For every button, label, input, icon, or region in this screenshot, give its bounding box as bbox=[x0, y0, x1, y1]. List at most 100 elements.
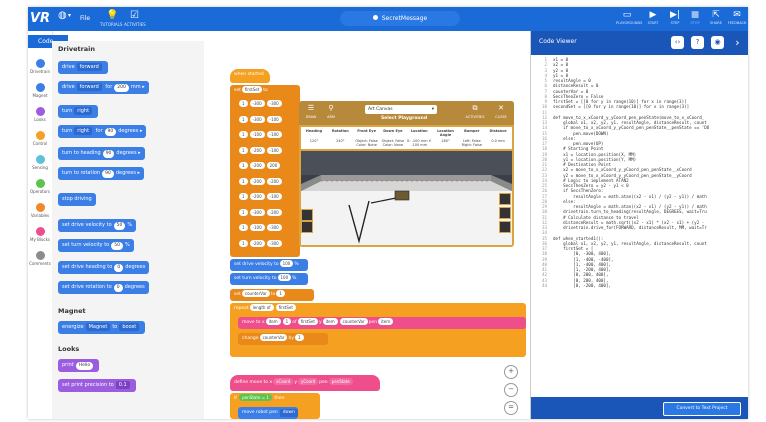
set-drive-velocity-block[interactable]: set drive velocity to 50% bbox=[58, 219, 137, 232]
firstset-cell[interactable]: 1 bbox=[239, 177, 248, 185]
arm-icon[interactable]: ⚲ bbox=[321, 104, 341, 112]
firstset-cell[interactable]: 1 bbox=[239, 100, 248, 107]
firstset-cell[interactable]: 1 bbox=[239, 162, 248, 169]
change-countervar-block[interactable]: change counterVar by 1 bbox=[238, 333, 328, 345]
firstset-cell[interactable]: -100 bbox=[266, 146, 282, 154]
firstset-cell[interactable]: 1 bbox=[239, 208, 248, 216]
code-brackets-icon[interactable]: ‹› bbox=[671, 36, 684, 49]
project-name-field[interactable]: SecretMessage bbox=[340, 11, 460, 26]
firstset-cell[interactable]: -300 bbox=[249, 208, 265, 216]
set-turn-velocity-block[interactable]: set turn velocity to 50% bbox=[58, 239, 134, 252]
set-drive-rotation-block[interactable]: set drive rotation to 0 degrees bbox=[58, 281, 149, 294]
firstset-cell[interactable]: -100 bbox=[266, 193, 282, 200]
firstset-cell[interactable]: -300 bbox=[249, 100, 265, 107]
firstset-cell[interactable]: -300 bbox=[266, 239, 282, 247]
set-countervar-block[interactable]: set counterVar to 1 bbox=[230, 289, 314, 301]
firstset-cell[interactable]: 1 bbox=[239, 193, 248, 200]
draw-icon[interactable]: ☰ bbox=[301, 104, 321, 112]
firstset-cell[interactable]: -100 bbox=[249, 224, 265, 231]
tutorials-label[interactable]: TUTORIALS bbox=[100, 22, 122, 27]
turn-block[interactable]: turn right bbox=[58, 105, 99, 118]
move-to-x-call-block[interactable]: move to x item 1 of firstSet y item counterVar p… bbox=[238, 317, 526, 329]
firstset-cell[interactable]: -200 bbox=[266, 177, 282, 185]
firstset-cell[interactable]: 1 bbox=[239, 239, 248, 247]
category-operators[interactable]: Operators bbox=[28, 179, 52, 194]
ws-set-drive-velocity-block[interactable]: set drive velocity to 100% bbox=[230, 259, 308, 271]
drive-for-block[interactable]: drive forward for 200 mm ▸ bbox=[58, 81, 149, 94]
firstset-cell[interactable]: 200 bbox=[266, 162, 281, 169]
camera-follow-button[interactable] bbox=[499, 207, 511, 219]
help-icon[interactable]: ? bbox=[691, 36, 704, 49]
activities-label[interactable]: ACTIVITIES bbox=[124, 22, 146, 27]
chevron-down-icon[interactable]: ▾ bbox=[68, 10, 71, 22]
playground-3d-view[interactable] bbox=[301, 151, 512, 245]
firstset-cell[interactable]: 1 bbox=[239, 224, 248, 231]
set-drive-heading-block[interactable]: set drive heading to 0 degrees bbox=[58, 261, 150, 274]
project-status-dot bbox=[372, 15, 378, 20]
category-looks[interactable]: Looks bbox=[28, 107, 52, 122]
playground-select[interactable]: Art Canvas ▾ bbox=[365, 105, 437, 114]
camera-down-button[interactable] bbox=[301, 221, 313, 233]
repeat-block[interactable]: repeat length of firstSet bbox=[230, 303, 526, 357]
feedback-button[interactable]: ✉ FEEDBACK bbox=[726, 9, 748, 29]
firstset-cell[interactable]: -200 bbox=[249, 146, 265, 154]
energize-magnet-block[interactable]: energize Magnet to boost bbox=[58, 321, 146, 334]
define-move-block[interactable]: define move to x xCoord y yCoord pen penState bbox=[230, 375, 380, 391]
firstset-cell[interactable]: -200 bbox=[249, 162, 265, 169]
turn-to-rotation-block[interactable]: turn to rotation 90 degrees ▸ bbox=[58, 167, 145, 180]
ws-set-turn-velocity-block[interactable]: set turn velocity to 100% bbox=[230, 273, 308, 285]
globe-icon[interactable]: ◍ bbox=[58, 10, 67, 22]
camera-top-button[interactable] bbox=[499, 193, 511, 205]
firstset-cell[interactable]: -200 bbox=[266, 208, 282, 216]
camera-icon[interactable]: ◉ bbox=[711, 36, 724, 49]
stop-button[interactable]: ■ STOP bbox=[684, 9, 706, 29]
category-sensing[interactable]: Sensing bbox=[28, 155, 52, 170]
category-comments[interactable]: Comments bbox=[28, 251, 52, 266]
start-button[interactable]: ▶ START bbox=[642, 9, 664, 29]
zoom-out-button[interactable]: − bbox=[504, 383, 518, 397]
share-button[interactable]: ⇱ SHARE bbox=[705, 9, 727, 29]
category-magnet[interactable]: Magnet bbox=[28, 83, 52, 98]
firstset-cell[interactable]: -300 bbox=[266, 100, 282, 107]
firstset-cell[interactable]: 1 bbox=[239, 146, 248, 154]
print-block[interactable]: print Hello bbox=[58, 359, 100, 372]
camera-left-button[interactable] bbox=[301, 209, 313, 221]
drive-block[interactable]: drive forward bbox=[58, 61, 108, 74]
zoom-in-button[interactable]: + bbox=[504, 365, 518, 379]
firstset-cell[interactable]: -200 bbox=[249, 193, 265, 200]
firstset-cell[interactable]: -100 bbox=[266, 115, 282, 123]
move-robot-pen-block[interactable]: move robot pen down bbox=[238, 407, 298, 419]
convert-to-text-button[interactable]: Convert to Text Project bbox=[663, 402, 741, 416]
activities-icon[interactable]: ☑ bbox=[130, 10, 139, 22]
stop-driving-block[interactable]: stop driving bbox=[58, 193, 96, 206]
code-text[interactable]: 1 x1 = 0 2 x2 = 0 3 y2 = 0 4 y1 = 0 5 resultAngle… bbox=[531, 57, 748, 397]
firstset-cell[interactable]: -100 bbox=[266, 131, 282, 138]
when-started-block[interactable]: when started bbox=[230, 69, 270, 83]
chevron-right-icon[interactable]: › bbox=[731, 36, 744, 49]
zoom-reset-button[interactable]: = bbox=[504, 401, 518, 415]
firstset-cell[interactable]: 1 bbox=[239, 115, 248, 123]
set-print-precision-block[interactable]: set print precision to 0.1 bbox=[58, 379, 136, 392]
category-my-blocks[interactable]: My Blocks bbox=[28, 227, 52, 242]
category-bar: Code Drivetrain Magnet Looks Control Sen… bbox=[28, 31, 68, 419]
category-variables[interactable]: Variables bbox=[28, 203, 52, 218]
category-drivetrain[interactable]: Drivetrain bbox=[28, 59, 52, 74]
chevron-down-icon: ▾ bbox=[431, 107, 434, 112]
category-control[interactable]: Control bbox=[28, 131, 52, 146]
firstset-cell[interactable]: -300 bbox=[266, 224, 282, 231]
playgrounds-button[interactable]: ▭ PLAYGROUNDS bbox=[616, 9, 642, 29]
equals-operator[interactable]: penState = 1 bbox=[239, 394, 272, 401]
firstset-cell[interactable]: 1 bbox=[239, 131, 248, 138]
step-button[interactable]: ▶| STEP bbox=[664, 9, 686, 29]
lightbulb-icon[interactable]: 💡 bbox=[106, 10, 118, 22]
firstset-cell[interactable]: -200 bbox=[249, 177, 265, 185]
firstset-cell[interactable]: -100 bbox=[249, 131, 265, 138]
turn-to-heading-block[interactable]: turn to heading 90 degrees ▸ bbox=[58, 147, 145, 160]
camera-reset-button[interactable] bbox=[499, 221, 511, 233]
file-menu[interactable]: File bbox=[80, 13, 90, 25]
firstset-cell[interactable]: -200 bbox=[249, 239, 265, 247]
turn-for-block[interactable]: turn right for 90 degrees ▸ bbox=[58, 125, 147, 138]
activities-icon[interactable]: ⧉ bbox=[465, 104, 485, 113]
close-icon[interactable]: ✕ bbox=[491, 104, 511, 112]
firstset-cell[interactable]: -300 bbox=[249, 115, 265, 123]
